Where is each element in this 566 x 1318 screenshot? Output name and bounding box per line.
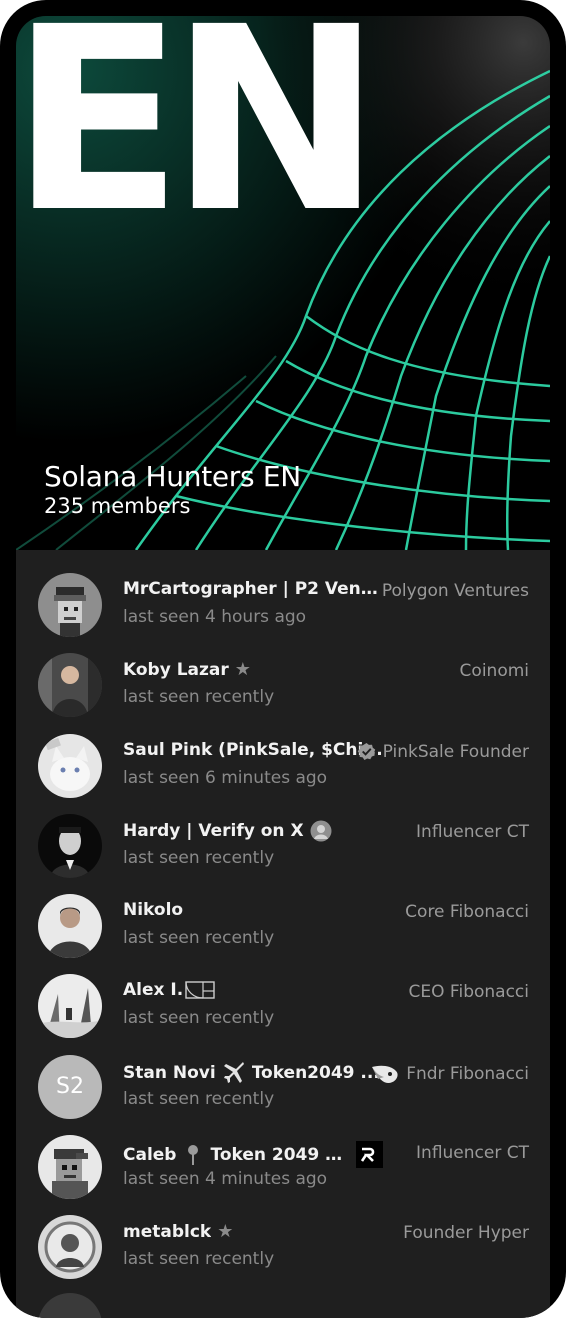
group-banner: EN Solana Hunters EN 235 members (16, 16, 550, 550)
last-seen: last seen 6 minutes ago (123, 767, 328, 788)
last-seen: last seen recently (123, 1008, 275, 1029)
profile-emoji-icon (310, 820, 332, 842)
member-role: Influencer CT (416, 821, 529, 842)
member-row[interactable]: Alex I. last seen recently CEO Fibonacci (16, 951, 550, 1039)
member-role: Fndr Fibonacci (406, 1063, 529, 1084)
member-role-wrap: PinkSale Founder (357, 742, 529, 762)
member-name: Hardy | Verify on X (123, 820, 304, 841)
banner-letters: EN (16, 16, 382, 216)
avatar (38, 894, 102, 959)
member-name-suffix: Token 2049 Dubai (210, 1144, 352, 1165)
custom-emoji-icon (370, 1063, 400, 1085)
member-list: MrCartographer | P2 Ventu... last seen 4… (16, 550, 550, 1318)
last-seen: last seen 4 hours ago (123, 607, 307, 627)
member-row[interactable]: Hardy | Verify on X last seen recently I… (16, 791, 550, 878)
last-seen: last seen recently (123, 928, 275, 949)
last-seen: last seen 4 minutes ago (123, 1169, 328, 1190)
group-title: Solana Hunters EN (44, 460, 301, 493)
airplane-icon (223, 1061, 247, 1085)
member-role-wrap: Fndr Fibonacci (370, 1063, 529, 1085)
last-seen: last seen recently (123, 1088, 275, 1109)
banner-en-text: EN (16, 16, 368, 216)
last-seen: last seen recently (123, 1249, 275, 1270)
avatar (38, 1292, 102, 1318)
member-role: CEO Fibonacci (408, 982, 529, 1003)
member-row[interactable]: Nikolo last seen recently Core Fibonacci (16, 871, 550, 959)
member-name-line: metablck ★ (123, 1221, 233, 1242)
member-name-line: Nikolo (123, 900, 183, 920)
member-role: Core Fibonacci (405, 902, 529, 923)
member-name-line: MrCartographer | P2 Ventu... (123, 579, 383, 599)
member-row[interactable]: Koby Lazar ★ last seen recently Coinomi (16, 630, 550, 718)
member-name-line: Saul Pink (PinkSale, $Chi... (123, 740, 383, 760)
member-name-line: Alex I. (123, 980, 215, 1000)
member-row[interactable]: Saul Pink (PinkSale, $Chi... last seen 6… (16, 711, 550, 798)
member-name: Caleb (123, 1144, 177, 1165)
member-role: PinkSale Founder (382, 741, 529, 762)
member-role: Coinomi (459, 661, 529, 682)
avatar (38, 653, 102, 718)
phone-frame: EN Solana Hunters EN 235 members MrCarto… (0, 0, 566, 1318)
avatar (38, 813, 102, 878)
brand-logo-icon (356, 1141, 383, 1169)
star-icon: ★ (234, 659, 251, 681)
member-name-suffix: Token2049 ... (251, 1062, 380, 1083)
avatar (38, 974, 102, 1039)
member-name-line: Koby Lazar ★ (123, 659, 251, 680)
member-name: Koby Lazar (123, 659, 229, 680)
last-seen: last seen recently (123, 687, 275, 708)
avatar (38, 1215, 102, 1280)
avatar (38, 733, 102, 798)
golden-ratio-icon (185, 981, 215, 1000)
member-role: Founder Hyper (403, 1223, 529, 1244)
last-seen: last seen recently (123, 847, 275, 868)
member-row[interactable]: metablck ★ last seen recently Founder Hy… (16, 1192, 550, 1280)
star-icon: ★ (217, 1221, 234, 1243)
avatar (38, 573, 102, 637)
member-name: metablck (123, 1221, 212, 1242)
screen: EN Solana Hunters EN 235 members MrCarto… (16, 16, 550, 1318)
member-name: Stan Novi (123, 1062, 216, 1083)
member-count: 235 members (44, 494, 191, 518)
avatar (38, 1135, 102, 1200)
member-name-line: Caleb Token 2049 Dubai (123, 1141, 383, 1169)
pin-icon (186, 1144, 200, 1166)
member-name-line: Hardy | Verify on X (123, 820, 332, 842)
member-row[interactable]: Caleb Token 2049 Dubai last seen 4 minut… (16, 1112, 550, 1200)
member-role: Influencer CT (416, 1143, 529, 1164)
member-name: Saul Pink (PinkSale, $Chi... (123, 739, 383, 760)
avatar-initials: S2 (38, 1054, 102, 1119)
member-row[interactable]: MrCartographer | P2 Ventu... last seen 4… (16, 550, 550, 637)
member-name-line: Stan Novi Token2049 ... (123, 1061, 380, 1085)
member-row-partial[interactable] (16, 1273, 550, 1318)
verified-badge-icon (357, 742, 376, 761)
member-row[interactable]: S2 Stan Novi Token2049 ... last seen rec… (16, 1032, 550, 1119)
member-name: Alex I. (123, 980, 184, 1001)
member-name: Nikolo (123, 900, 184, 921)
member-role: Polygon Ventures (381, 581, 529, 601)
member-name: MrCartographer | P2 Ventu... (123, 579, 383, 599)
